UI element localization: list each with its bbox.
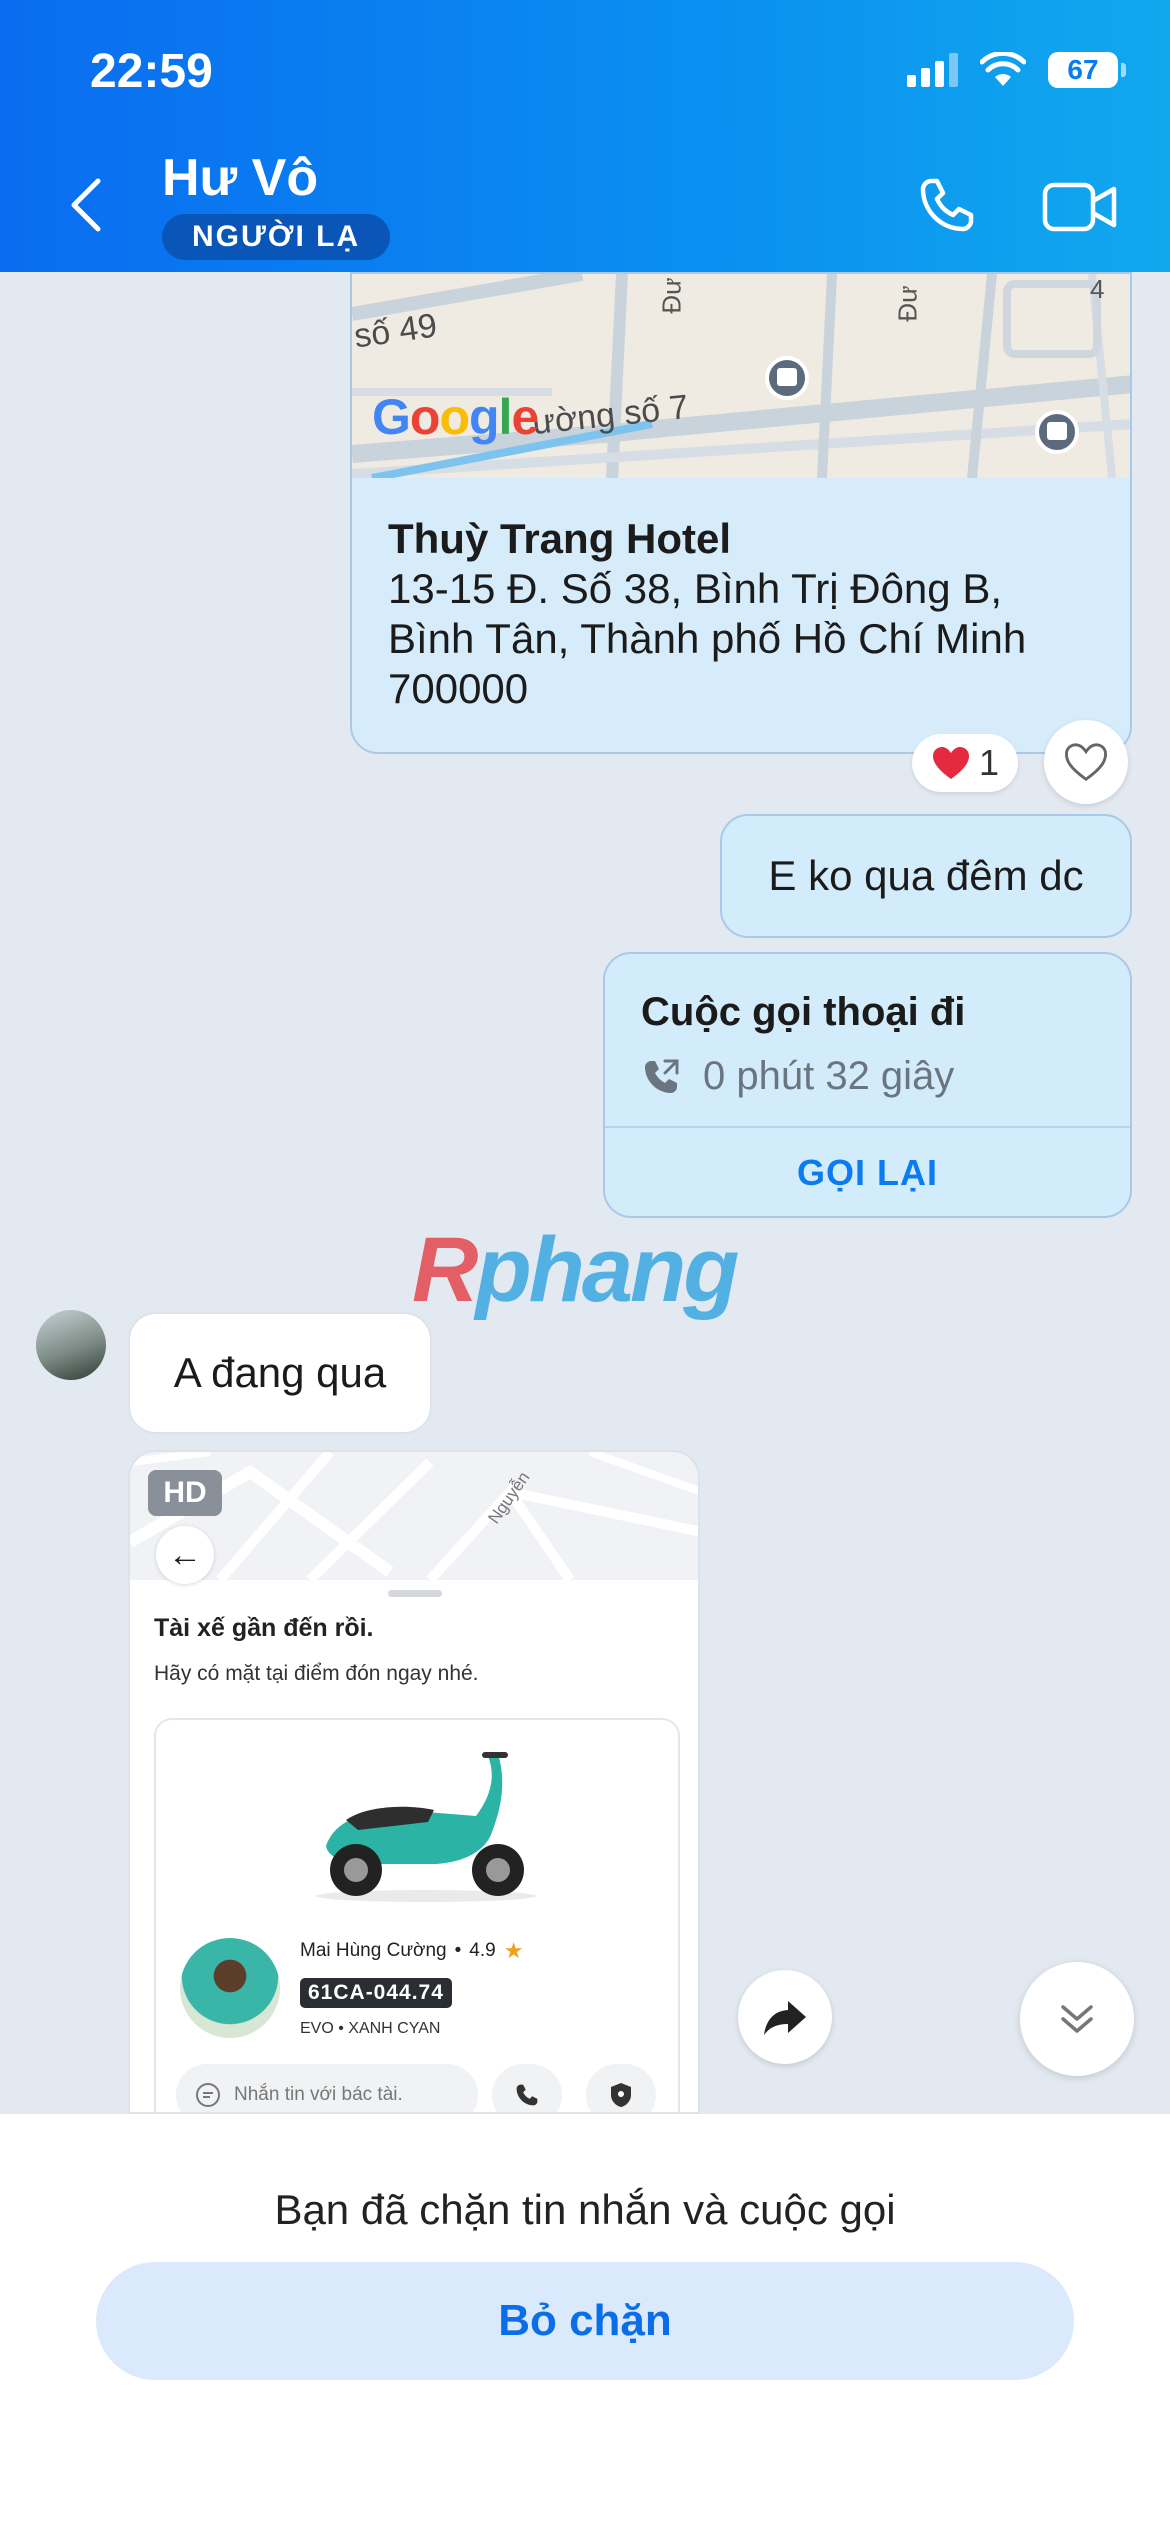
call-duration-row: 0 phút 32 giây — [641, 1054, 954, 1099]
call-log-message[interactable]: Cuộc gọi thoại đi 0 phút 32 giây GỌI LẠI — [603, 952, 1132, 1218]
react-button[interactable] — [1044, 720, 1128, 804]
watermark-logo: Rphang — [412, 1219, 739, 1321]
back-button[interactable] — [60, 170, 110, 240]
contact-name[interactable]: Hư Vô — [162, 148, 318, 208]
driver-rating: 4.9 — [469, 1940, 496, 1961]
cellular-signal-icon — [907, 53, 958, 87]
address-line: 13-15 Đ. Số 38, Bình Trị Đông B, — [388, 565, 1003, 612]
status-icons: 67 — [907, 52, 1126, 88]
unblock-button[interactable]: Bỏ chặn — [96, 2262, 1074, 2380]
location-message[interactable]: số 49 ường số 7 Đư Đư 4 Google Thuỳ Tran… — [350, 272, 1132, 754]
blocked-notice: Bạn đã chặn tin nhắn và cuộc gọi — [274, 2186, 896, 2233]
hd-badge: HD — [148, 1470, 222, 1516]
incoming-message[interactable]: A đang qua — [128, 1312, 432, 1434]
phone-icon — [920, 178, 974, 232]
status-time: 22:59 — [90, 45, 213, 98]
heart-outline-icon — [1065, 743, 1107, 782]
battery-icon: 67 — [1048, 52, 1126, 88]
map-label: Đư — [892, 285, 923, 322]
forward-button[interactable] — [738, 1970, 832, 2064]
arrow-left-icon: ← — [156, 1526, 214, 1584]
shield-icon — [586, 2064, 656, 2112]
blocked-panel: Bạn đã chặn tin nhắn và cuộc gọi Bỏ chặn — [0, 2114, 1170, 2532]
location-info: Thuỳ Trang Hotel 13-15 Đ. Số 38, Bình Tr… — [352, 478, 1130, 752]
driver-photo — [180, 1938, 280, 2038]
call-title: Cuộc gọi thoại đi — [641, 990, 966, 1034]
map-label: Đư — [656, 277, 687, 314]
chevron-left-icon — [71, 178, 101, 232]
double-chevron-down-icon — [1061, 2005, 1093, 2033]
call-again-button[interactable]: GỌI LẠI — [605, 1128, 1130, 1216]
driver-name-row: Mai Hùng Cường • 4.9 ★ — [300, 1938, 524, 1963]
video-call-button[interactable] — [1040, 172, 1120, 242]
license-plate: 61CA-044.74 — [300, 1978, 452, 2008]
image-message[interactable]: Nguyễn HD ← Tài xế gần đến rồi. Hãy có m… — [128, 1450, 700, 2114]
reaction-summary[interactable]: 1 — [912, 734, 1018, 792]
call-duration: 0 phút 32 giây — [703, 1054, 955, 1098]
reaction-count: 1 — [978, 742, 1000, 783]
driver-card: Mai Hùng Cường • 4.9 ★ 61CA-044.74 EVO •… — [154, 1718, 680, 2112]
chat-bubble-icon — [196, 2083, 220, 2107]
share-arrow-icon — [764, 2001, 806, 2035]
vehicle-info: EVO • XANH CYAN — [300, 2020, 441, 2037]
stranger-badge: NGƯỜI LẠ — [162, 214, 391, 260]
map-label: 4 — [1090, 274, 1105, 304]
driver-name: Mai Hùng Cường — [300, 1940, 447, 1961]
scroll-to-bottom-button[interactable] — [1020, 1962, 1134, 2076]
location-map[interactable]: số 49 ường số 7 Đư Đư 4 Google — [352, 274, 1130, 478]
scooter-image — [316, 1752, 536, 1902]
map-streets — [352, 274, 1130, 478]
driver-arriving-heading: Tài xế gần đến rồi. — [154, 1614, 374, 1642]
place-name: Thuỳ Trang Hotel — [388, 515, 732, 562]
address-line: 700000 — [388, 665, 529, 712]
star-icon: ★ — [503, 1938, 524, 1963]
drag-handle — [388, 1590, 442, 1597]
driver-arriving-subheading: Hãy có mặt tại điểm đón ngay nhé. — [154, 1662, 479, 1685]
red-heart-icon — [932, 747, 969, 779]
sender-avatar[interactable] — [36, 1310, 106, 1380]
google-logo: Google — [372, 389, 539, 445]
outgoing-message[interactable]: E ko qua đêm dc — [720, 814, 1132, 938]
chat-header: 22:59 67 Hư Vô NGƯỜI LẠ — [0, 0, 1170, 272]
address-line: Bình Tân, Thành phố Hồ Chí Minh — [388, 615, 1027, 662]
outgoing-call-icon — [645, 1059, 679, 1093]
message-driver-field: Nhắn tin với bác tài. — [176, 2064, 478, 2112]
voice-call-button[interactable] — [912, 170, 982, 240]
driver-call-icon — [492, 2064, 562, 2112]
video-camera-icon — [1042, 182, 1117, 232]
message-driver-placeholder: Nhắn tin với bác tài. — [234, 2084, 403, 2105]
wifi-icon — [980, 52, 1026, 86]
